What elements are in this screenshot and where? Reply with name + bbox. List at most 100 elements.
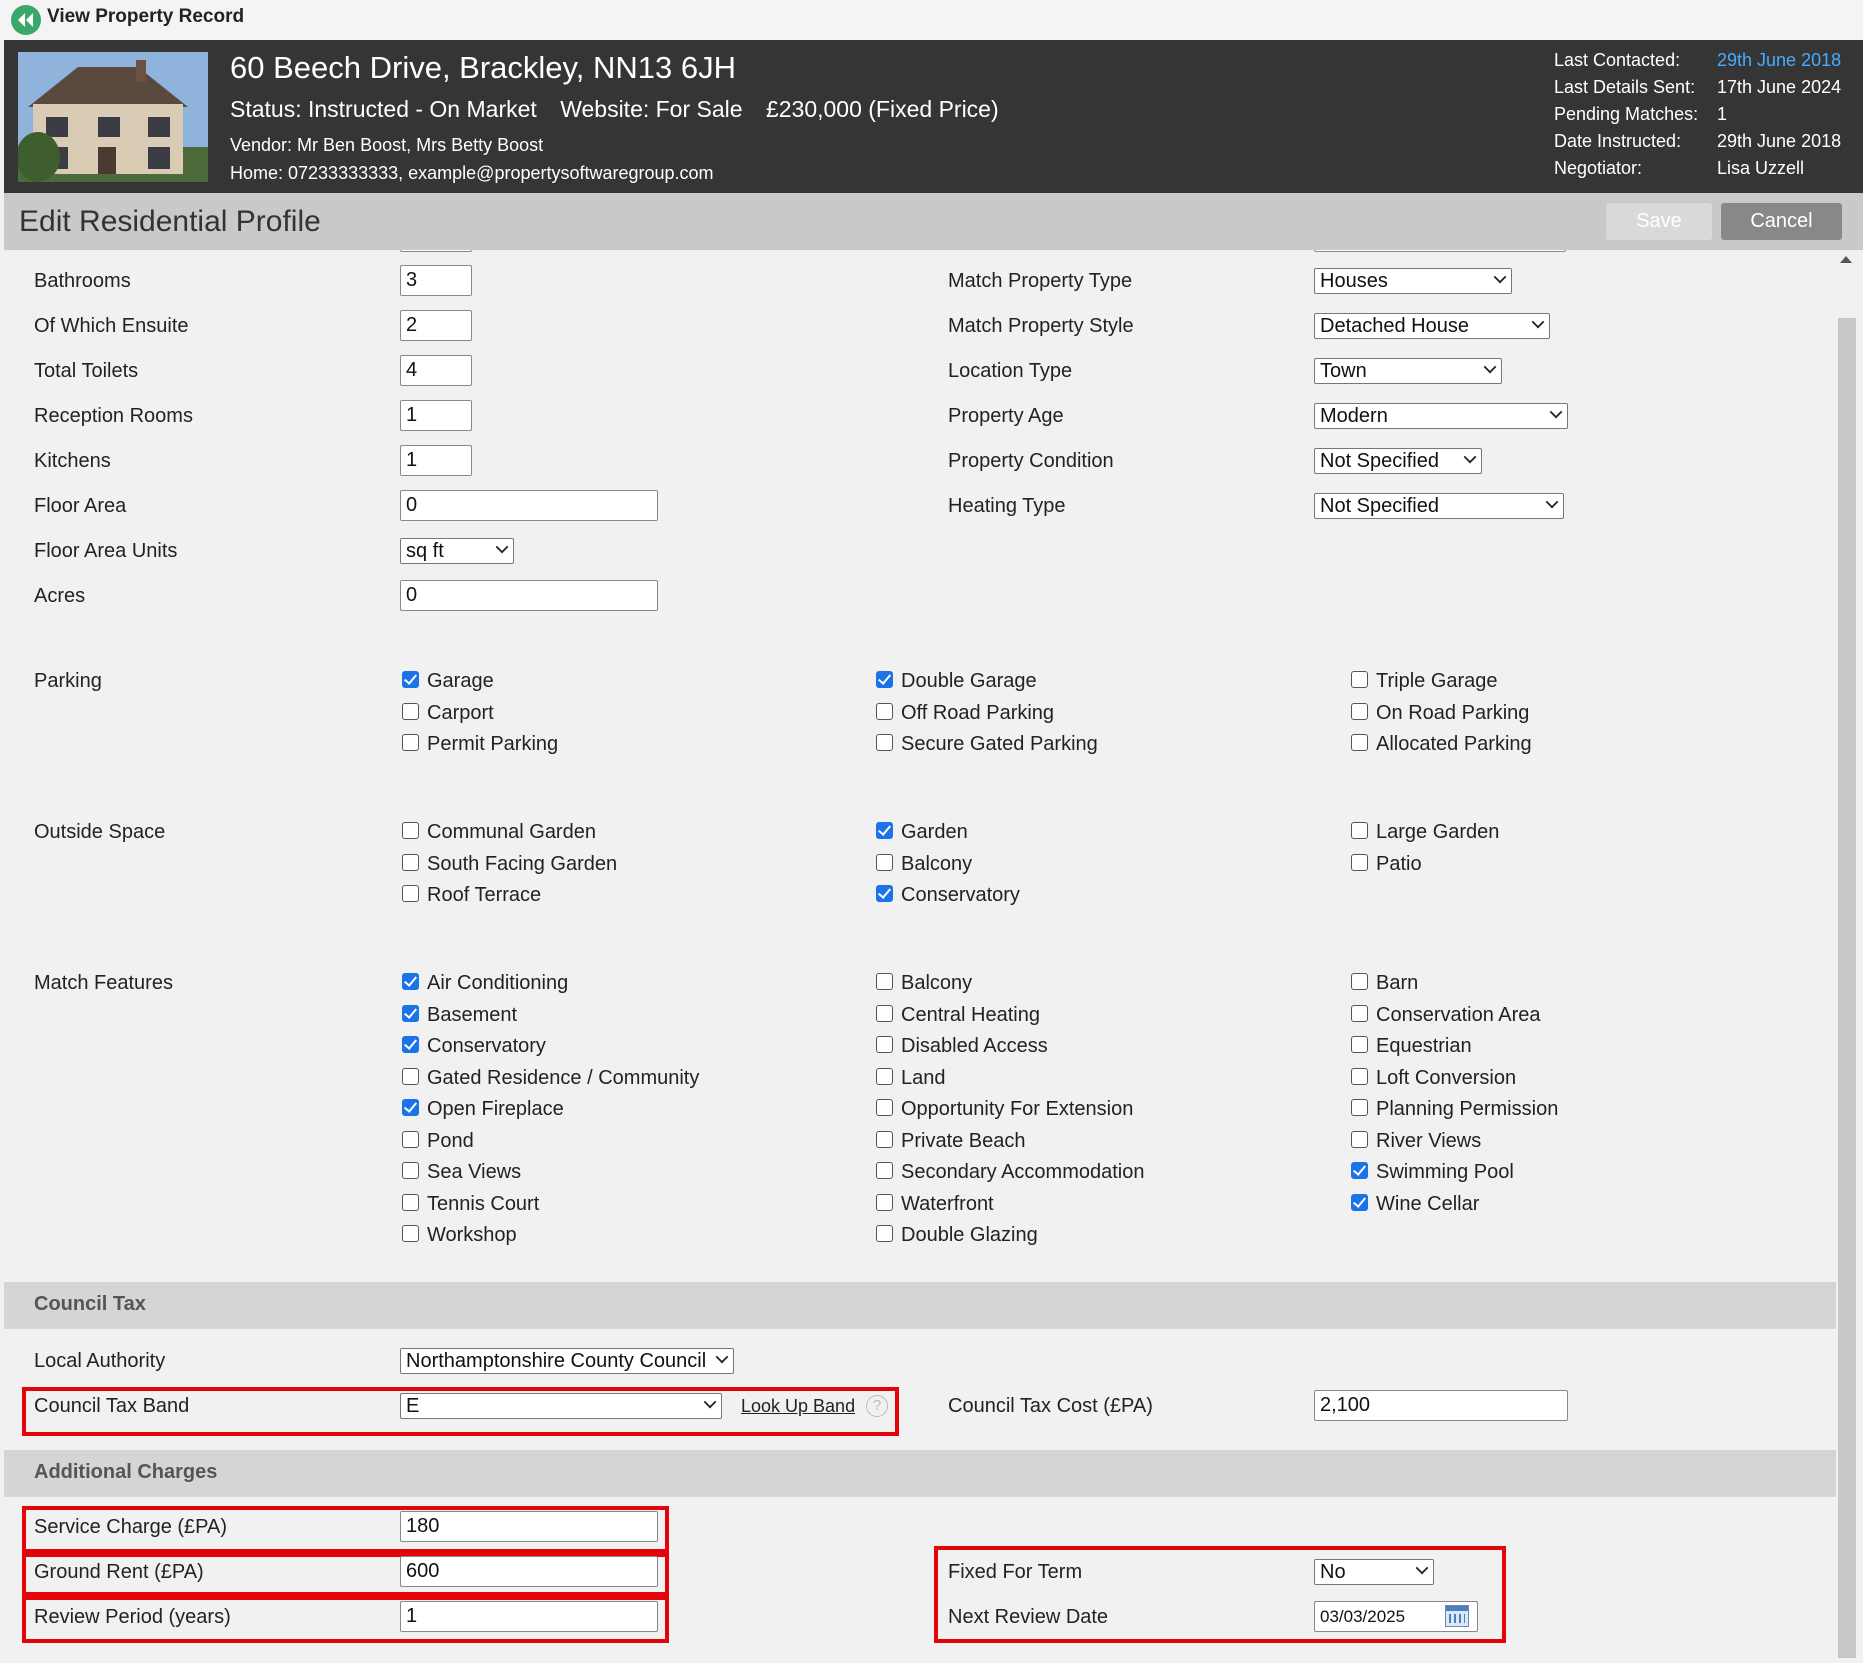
checkbox-icon[interactable]	[1351, 734, 1368, 751]
checkbox-icon[interactable]	[876, 671, 893, 688]
parking-checkbox-secure-gated-parking[interactable]: Secure Gated Parking	[876, 733, 1098, 756]
checkbox-icon[interactable]	[1351, 1004, 1368, 1022]
checkbox-icon[interactable]	[876, 973, 893, 990]
features-checkbox-wine-cellar[interactable]: Wine Cellar	[1351, 1193, 1479, 1216]
parking-checkbox-carport[interactable]: Carport	[402, 702, 494, 725]
checkbox-icon[interactable]	[402, 734, 419, 751]
features-checkbox-disabled-access[interactable]: Disabled Access	[876, 1035, 1048, 1058]
outside-checkbox-garden[interactable]: Garden	[876, 821, 968, 844]
checkbox-icon[interactable]	[876, 1162, 893, 1179]
parking-checkbox-double-garage[interactable]: Double Garage	[876, 670, 1037, 693]
checkbox-icon[interactable]	[1351, 702, 1368, 720]
features-checkbox-waterfront[interactable]: Waterfront	[876, 1193, 994, 1216]
checkbox-icon[interactable]	[1351, 671, 1368, 688]
council-tax-cost-input[interactable]: 2,100	[1314, 1390, 1568, 1421]
calendar-icon[interactable]	[1445, 1605, 1469, 1627]
checkbox-icon[interactable]	[876, 1193, 893, 1211]
features-checkbox-workshop[interactable]: Workshop	[402, 1224, 517, 1247]
parking-checkbox-triple-garage[interactable]: Triple Garage	[1351, 670, 1498, 693]
floor-area-input[interactable]: 0	[400, 490, 658, 521]
acres-input[interactable]: 0	[400, 580, 658, 611]
features-checkbox-tennis-court[interactable]: Tennis Court	[402, 1193, 539, 1216]
checkbox-icon[interactable]	[876, 1130, 893, 1148]
look-up-band-link[interactable]: Look Up Band	[741, 1396, 855, 1417]
back-arrow-icon[interactable]	[11, 5, 41, 35]
features-checkbox-air-conditioning[interactable]: Air Conditioning	[402, 972, 568, 995]
ground-rent-input[interactable]: 600	[400, 1556, 658, 1587]
checkbox-icon[interactable]	[402, 1099, 419, 1116]
features-checkbox-balcony[interactable]: Balcony	[876, 972, 972, 995]
checkbox-icon[interactable]	[876, 822, 893, 839]
checkbox-icon[interactable]	[876, 1099, 893, 1116]
reception-input[interactable]: 1	[400, 400, 472, 431]
service-charge-input[interactable]: 180	[400, 1511, 658, 1542]
property-condition-select[interactable]: Not Specified	[1314, 448, 1482, 474]
features-checkbox-conservation-area[interactable]: Conservation Area	[1351, 1004, 1541, 1027]
checkbox-icon[interactable]	[876, 853, 893, 871]
checkbox-icon[interactable]	[402, 1036, 419, 1053]
help-icon[interactable]: ?	[866, 1395, 888, 1417]
parking-checkbox-allocated-parking[interactable]: Allocated Parking	[1351, 733, 1532, 756]
checkbox-icon[interactable]	[1351, 1067, 1368, 1085]
checkbox-icon[interactable]	[1351, 973, 1368, 990]
features-checkbox-gated-residence-community[interactable]: Gated Residence / Community	[402, 1067, 699, 1090]
outside-checkbox-patio[interactable]: Patio	[1351, 853, 1422, 876]
features-checkbox-conservatory[interactable]: Conservatory	[402, 1035, 546, 1058]
fixed-for-term-select[interactable]: No	[1314, 1559, 1434, 1585]
heating-type-select[interactable]: Not Specified	[1314, 493, 1564, 519]
features-checkbox-double-glazing[interactable]: Double Glazing	[876, 1224, 1038, 1247]
checkbox-icon[interactable]	[876, 734, 893, 751]
last-contacted-link[interactable]: 29th June 2018	[1717, 50, 1841, 71]
checkbox-icon[interactable]	[402, 853, 419, 871]
checkbox-icon[interactable]	[402, 1067, 419, 1085]
checkbox-icon[interactable]	[1351, 1036, 1368, 1053]
features-checkbox-secondary-accommodation[interactable]: Secondary Accommodation	[876, 1161, 1144, 1184]
outside-checkbox-balcony[interactable]: Balcony	[876, 853, 972, 876]
parking-checkbox-permit-parking[interactable]: Permit Parking	[402, 733, 558, 756]
checkbox-icon[interactable]	[402, 1130, 419, 1148]
features-checkbox-sea-views[interactable]: Sea Views	[402, 1161, 521, 1184]
review-period-input[interactable]: 1	[400, 1601, 658, 1632]
council-tax-band-select[interactable]: E	[400, 1393, 722, 1419]
checkbox-icon[interactable]	[1351, 853, 1368, 871]
features-checkbox-swimming-pool[interactable]: Swimming Pool	[1351, 1161, 1514, 1184]
match-type-select[interactable]: Houses	[1314, 268, 1512, 294]
features-checkbox-planning-permission[interactable]: Planning Permission	[1351, 1098, 1558, 1121]
checkbox-icon[interactable]	[876, 885, 893, 902]
checkbox-icon[interactable]	[402, 973, 419, 990]
checkbox-icon[interactable]	[876, 1067, 893, 1085]
features-checkbox-central-heating[interactable]: Central Heating	[876, 1004, 1040, 1027]
save-button[interactable]: Save	[1606, 203, 1712, 240]
checkbox-icon[interactable]	[876, 702, 893, 720]
checkbox-icon[interactable]	[876, 1225, 893, 1242]
features-checkbox-basement[interactable]: Basement	[402, 1004, 517, 1027]
checkbox-icon[interactable]	[402, 822, 419, 839]
features-checkbox-land[interactable]: Land	[876, 1067, 946, 1090]
parking-checkbox-off-road-parking[interactable]: Off Road Parking	[876, 702, 1054, 725]
features-checkbox-pond[interactable]: Pond	[402, 1130, 474, 1153]
features-checkbox-open-fireplace[interactable]: Open Fireplace	[402, 1098, 564, 1121]
features-checkbox-private-beach[interactable]: Private Beach	[876, 1130, 1026, 1153]
checkbox-icon[interactable]	[1351, 1099, 1368, 1116]
checkbox-icon[interactable]	[402, 702, 419, 720]
parking-checkbox-on-road-parking[interactable]: On Road Parking	[1351, 702, 1529, 725]
checkbox-icon[interactable]	[402, 1225, 419, 1242]
checkbox-icon[interactable]	[402, 1162, 419, 1179]
features-checkbox-opportunity-for-extension[interactable]: Opportunity For Extension	[876, 1098, 1133, 1121]
cancel-button[interactable]: Cancel	[1721, 203, 1842, 240]
location-type-select[interactable]: Town	[1314, 358, 1502, 384]
checkbox-icon[interactable]	[1351, 822, 1368, 839]
checkbox-icon[interactable]	[402, 1193, 419, 1211]
features-checkbox-equestrian[interactable]: Equestrian	[1351, 1035, 1472, 1058]
floor-area-units-select[interactable]: sq ft	[400, 538, 514, 564]
features-checkbox-loft-conversion[interactable]: Loft Conversion	[1351, 1067, 1516, 1090]
checkbox-icon[interactable]	[876, 1036, 893, 1053]
match-style-select[interactable]: Detached House	[1314, 313, 1550, 339]
checkbox-icon[interactable]	[1351, 1193, 1368, 1211]
scroll-up-arrow-icon[interactable]	[1840, 256, 1852, 263]
local-authority-select[interactable]: Northamptonshire County Council	[400, 1348, 734, 1374]
bathrooms-input[interactable]: 3	[400, 265, 472, 296]
outside-checkbox-conservatory[interactable]: Conservatory	[876, 884, 1020, 907]
features-checkbox-barn[interactable]: Barn	[1351, 972, 1418, 995]
checkbox-icon[interactable]	[402, 1004, 419, 1022]
